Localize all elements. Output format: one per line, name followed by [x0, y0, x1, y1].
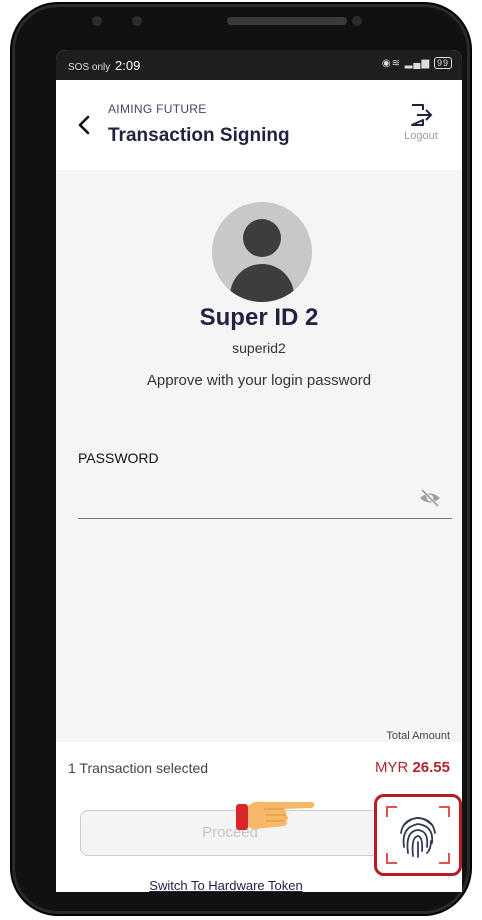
organization-name: AIMING FUTURE — [108, 102, 207, 116]
total-amount: MYR 26.55 — [346, 759, 450, 776]
proceed-button[interactable]: Proceed — [80, 810, 380, 856]
back-arrow-icon — [78, 115, 90, 135]
logout-icon — [411, 104, 433, 126]
status-right: ◉≋ ▂▄▆ 99 — [382, 57, 452, 69]
total-amount-label: Total Amount — [386, 730, 450, 742]
status-left: SOS only 2:09 — [68, 58, 140, 73]
avatar-icon — [212, 202, 312, 302]
transactions-selected: 1 Transaction selected — [68, 760, 209, 776]
password-input[interactable] — [78, 472, 452, 519]
signing-card: Super ID 2 superid2 Approve with your lo… — [56, 170, 462, 742]
eye-slash-icon — [420, 488, 440, 508]
phone-speaker — [227, 17, 347, 25]
switch-hardware-token-link[interactable]: Switch To Hardware Token — [56, 878, 396, 892]
phone-frame: SOS only 2:09 ◉≋ ▂▄▆ 99 AIMING FUTURE Tr… — [12, 4, 470, 914]
page-title: Transaction Signing — [108, 125, 290, 146]
avatar-head — [243, 219, 281, 257]
pointing-hand-icon — [236, 801, 315, 830]
battery-icon: 99 — [433, 57, 452, 69]
toggle-visibility-button[interactable] — [418, 488, 442, 508]
avatar-body — [230, 264, 294, 302]
wifi-icon: ◉≋ — [381, 58, 401, 69]
back-button[interactable] — [76, 114, 96, 138]
app-screen: SOS only 2:09 ◉≋ ▂▄▆ 99 AIMING FUTURE Tr… — [56, 50, 462, 892]
logout-button[interactable]: Logout — [396, 100, 446, 150]
status-bar: SOS only 2:09 ◉≋ ▂▄▆ 99 — [56, 50, 462, 80]
amount-value: 26.55 — [412, 759, 450, 776]
fingerprint-button[interactable] — [374, 794, 462, 876]
currency-code: MYR — [374, 759, 409, 776]
fingerprint-icon — [386, 806, 450, 864]
user-id: superid2 — [232, 340, 286, 356]
approve-instruction: Approve with your login password — [146, 372, 372, 389]
clock-time: 2:09 — [115, 58, 141, 73]
signal-icon: ▂▄▆ — [404, 58, 431, 69]
carrier-text: SOS only — [68, 62, 111, 73]
phone-sensor — [132, 16, 142, 26]
phone-sensor — [92, 16, 102, 26]
logout-label: Logout — [404, 130, 438, 142]
password-label: PASSWORD — [78, 450, 159, 466]
user-display-name: Super ID 2 — [199, 304, 319, 331]
phone-camera — [352, 16, 362, 26]
